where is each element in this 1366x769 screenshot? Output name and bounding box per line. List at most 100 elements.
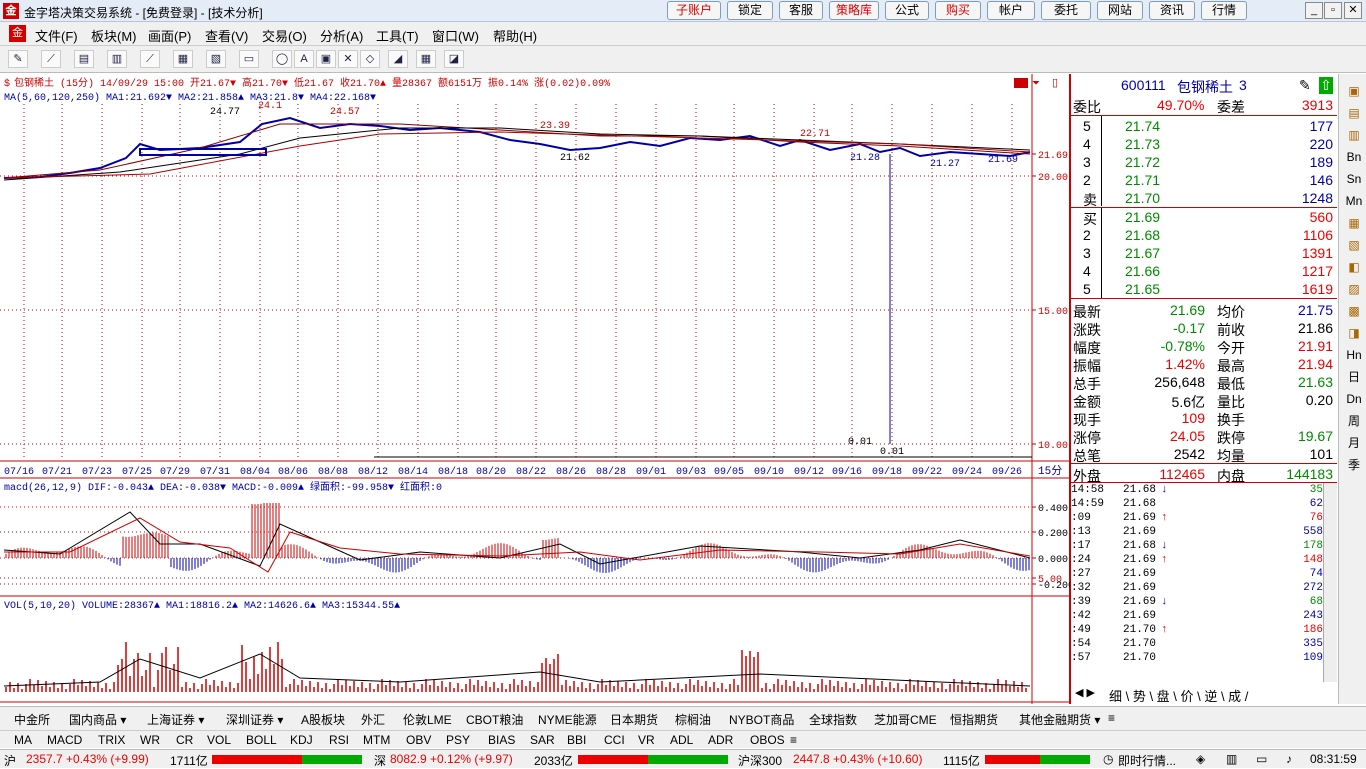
period-Mn[interactable]: Mn [1344,192,1364,210]
sound-icon[interactable]: ◈ [1196,752,1205,766]
tool-b-icon[interactable]: ▤ [1344,104,1364,122]
indicator-tab-ma[interactable]: MA [14,733,32,747]
top-button-1[interactable]: 锁定 [727,1,773,20]
top-button-5[interactable]: 购买 [935,1,981,20]
cursor-icon[interactable]: ✎ [8,50,28,68]
top-button-8[interactable]: 网站 [1097,1,1143,20]
minimize-icon[interactable]: _ [1305,2,1323,19]
menu-item-5[interactable]: 分析(A) [320,26,363,45]
top-button-0[interactable]: 子账户 [667,1,721,20]
kline-chart[interactable]: $ 包钢稀土 (15分) 14/09/29 15:00 开21.67▼ 高21.7… [0,74,1074,704]
top-button-6[interactable]: 帐户 [987,1,1035,20]
grid-icon[interactable]: ▦ [173,50,193,68]
indicator-tab-vol[interactable]: VOL [207,733,231,747]
indicator-tab-bias[interactable]: BIAS [488,733,515,747]
market-tab-15[interactable]: 其他金融期货 ▾ [1019,711,1100,728]
indicator-tab-cci[interactable]: CCI [604,733,625,747]
indicator-tab-cr[interactable]: CR [176,733,193,747]
restore-icon[interactable]: ▫ [1324,2,1342,19]
text-icon[interactable]: A [294,50,314,68]
hatch-icon[interactable]: ▧ [206,50,226,68]
menu-item-4[interactable]: 交易(O) [262,26,307,45]
tool-f-icon[interactable]: ◧ [1344,258,1364,276]
market-tab-2[interactable]: 上海证券 ▾ [147,711,204,728]
tool-a-icon[interactable]: ▣ [1344,82,1364,100]
indicator-tab-wr[interactable]: WR [140,733,160,747]
signal-icon[interactable]: ▥ [1226,752,1237,766]
period-季[interactable]: 季 [1344,456,1364,474]
period-Dn[interactable]: Dn [1344,390,1364,408]
period-日[interactable]: 日 [1344,368,1364,386]
indicator-tab-sar[interactable]: SAR [530,733,555,747]
delete-icon[interactable]: ✕ [338,50,358,68]
tool-e-icon[interactable]: ▧ [1344,236,1364,254]
indicator-tab-mtm[interactable]: MTM [363,733,390,747]
top-button-4[interactable]: 公式 [885,1,929,20]
quote-tab-labels[interactable]: 细 \ 势 \ 盘 \ 价 \ 逆 \ 成 / [1109,686,1248,705]
market-tab-11[interactable]: NYBOT商品 [729,711,794,728]
indicator-tab-rsi[interactable]: RSI [329,733,349,747]
menu-item-8[interactable]: 帮助(H) [493,26,537,45]
bars-icon[interactable]: ▥ [107,50,127,68]
market-tab-0[interactable]: 中金所 [14,711,50,728]
indicator-tab-adl[interactable]: ADL [670,733,693,747]
tool-g-icon[interactable]: ▨ [1344,280,1364,298]
pen-icon[interactable]: ✎ [1299,77,1311,94]
market-tab-9[interactable]: 日本期货 [610,711,658,728]
market-tab-4[interactable]: A股板块 [301,711,345,728]
tab-left-arrow[interactable]: ◀ ▶ [1075,686,1095,699]
top-button-9[interactable]: 资讯 [1149,1,1195,20]
menu-item-7[interactable]: 窗口(W) [432,26,479,45]
layout-icon[interactable]: ▦ [416,50,436,68]
menu-logo-icon[interactable]: 金 [9,25,26,42]
market-tab-10[interactable]: 棕榈油 [675,711,711,728]
market-tab-8[interactable]: NYME能源 [538,711,597,728]
eraser-icon[interactable]: ◇ [360,50,380,68]
indicator-tab-adr[interactable]: ADR [708,733,733,747]
indicator-tab-psy[interactable]: PSY [446,733,470,747]
up-arrow-icon[interactable]: ⇧ [1319,77,1333,94]
top-button-10[interactable]: 行情 [1201,1,1247,20]
market-tab-13[interactable]: 芝加哥CME [874,711,937,728]
period-Sn[interactable]: Sn [1344,170,1364,188]
top-button-3[interactable]: 策略库 [829,1,879,20]
indicator-more-icon[interactable]: ≡ [790,733,797,747]
indicator-tab-boll[interactable]: BOLL [246,733,277,747]
frame-icon[interactable]: ▣ [316,50,336,68]
menu-item-6[interactable]: 工具(T) [376,26,419,45]
tool-c-icon[interactable]: ▥ [1344,126,1364,144]
market-tab-3[interactable]: 深圳证券 ▾ [226,711,283,728]
trend-icon[interactable]: ⟋ [140,50,160,68]
menu-item-3[interactable]: 查看(V) [205,26,248,45]
market-tab-1[interactable]: 国内商品 ▾ [69,711,126,728]
tick-list[interactable]: 14:58 21.68 ↓ 35 14:59 21.68 62:09 21.69 ↑ 76:13 2… [1071,482,1337,682]
fill-icon[interactable]: ◢ [388,50,408,68]
folder-icon[interactable]: ▭ [1256,752,1267,766]
info-text[interactable]: 即时行情... [1118,752,1176,769]
tool-i-icon[interactable]: ◨ [1344,324,1364,342]
market-tab-6[interactable]: 伦敦LME [403,711,452,728]
period-Hn[interactable]: Hn [1344,346,1364,364]
indicator-tab-trix[interactable]: TRIX [98,733,125,747]
indicator-tab-macd[interactable]: MACD [47,733,82,747]
indicator-tab-kdj[interactable]: KDJ [290,733,313,747]
top-button-2[interactable]: 客服 [779,1,823,20]
market-tab-more-icon[interactable]: ≡ [1108,711,1115,725]
circle-icon[interactable]: ◯ [272,50,292,68]
tool-h-icon[interactable]: ▩ [1344,302,1364,320]
text-block-icon[interactable]: ▤ [74,50,94,68]
period-周[interactable]: 周 [1344,412,1364,430]
menu-item-1[interactable]: 板块(M) [91,26,137,45]
indicator-tab-bbi[interactable]: BBI [567,733,586,747]
settings-icon[interactable]: ◪ [444,50,464,68]
book-icon[interactable] [1014,78,1028,88]
market-tab-5[interactable]: 外汇 [361,711,385,728]
quote-tabs[interactable]: ◀ ▶ 细 \ 势 \ 盘 \ 价 \ 逆 \ 成 / [1071,684,1337,704]
market-tab-14[interactable]: 恒指期货 [950,711,998,728]
close-icon[interactable]: ✕ [1344,2,1362,19]
period-月[interactable]: 月 [1344,434,1364,452]
indicator-tab-obos[interactable]: OBOS [750,733,785,747]
indicator-tab-obv[interactable]: OBV [406,733,431,747]
indicator-tab-vr[interactable]: VR [638,733,655,747]
tool-d-icon[interactable]: ▦ [1344,214,1364,232]
